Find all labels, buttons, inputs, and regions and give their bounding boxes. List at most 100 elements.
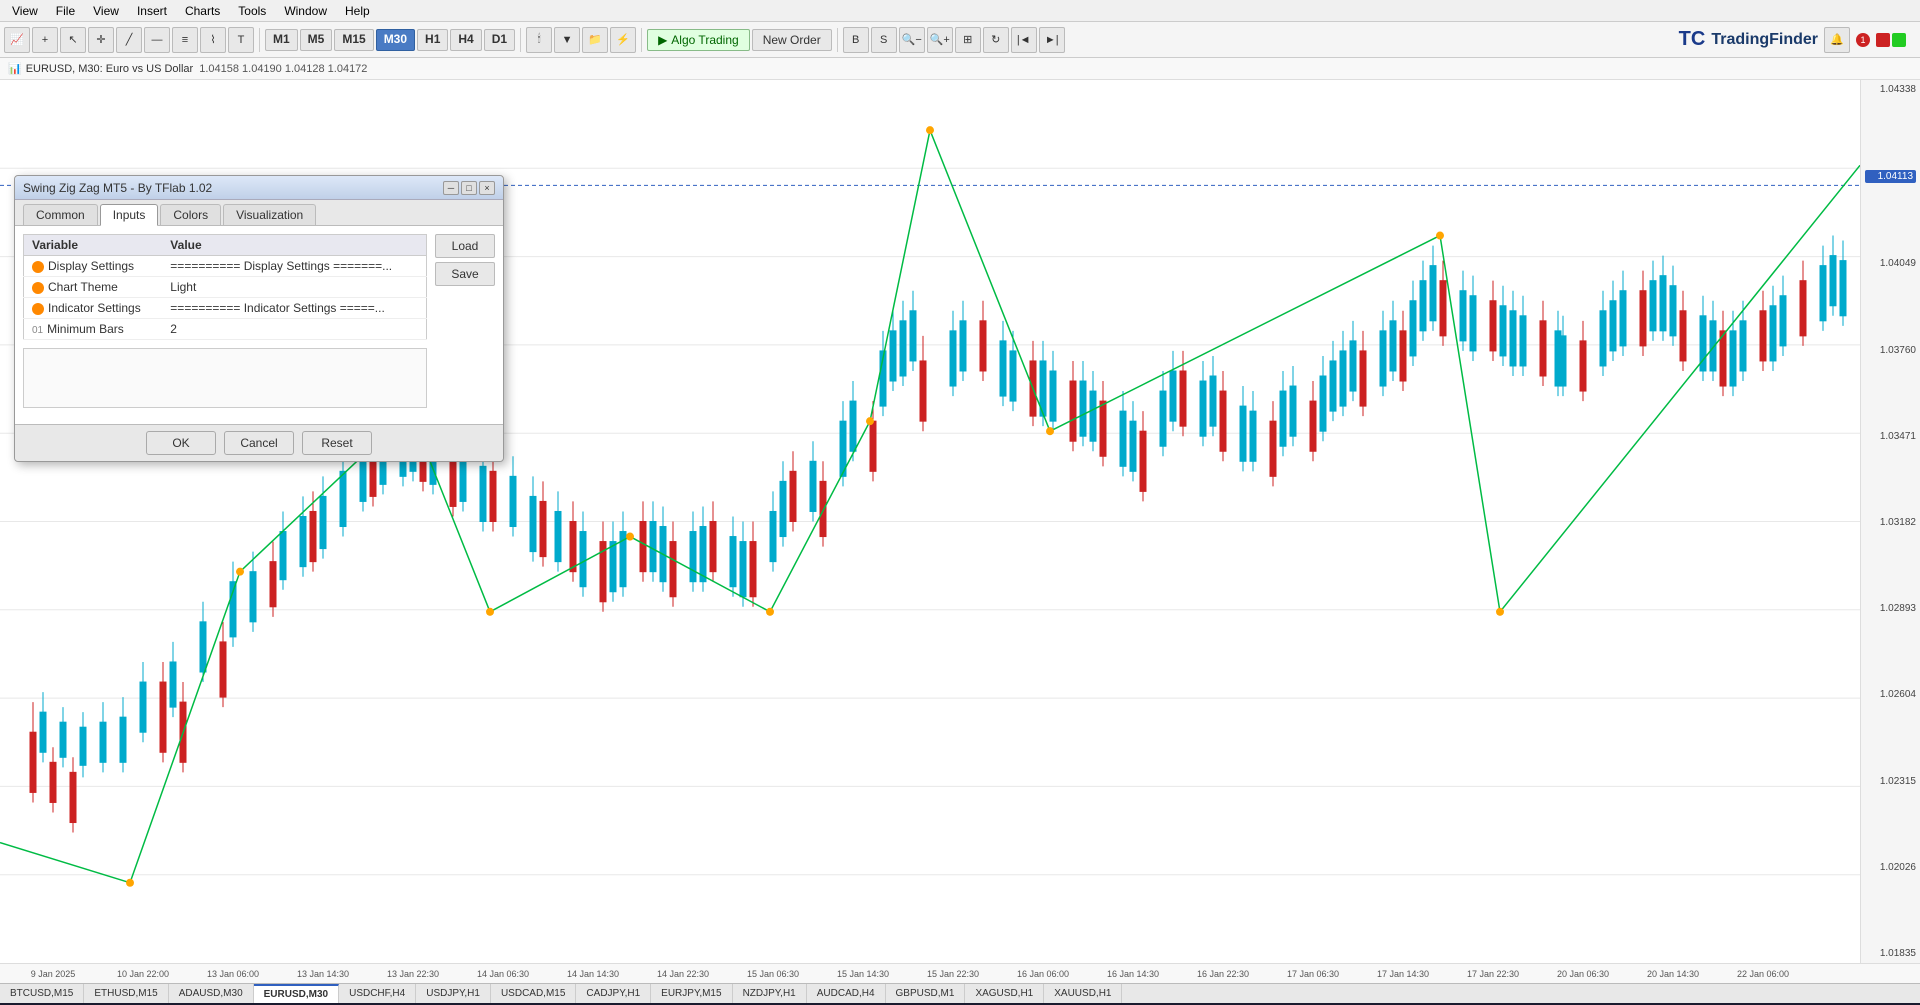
time-label: 13 Jan 14:30 xyxy=(278,969,368,979)
bottom-tab-eurusd[interactable]: EURUSD,M30 xyxy=(254,984,339,1004)
toolbar-text[interactable]: T xyxy=(228,27,254,53)
bottom-tab-usdcad[interactable]: USDCAD,M15 xyxy=(491,984,576,1004)
time-label: 10 Jan 22:00 xyxy=(98,969,188,979)
dialog-titlebar[interactable]: Swing Zig Zag MT5 - By TFlab 1.02 ─ □ × xyxy=(15,176,503,200)
time-label: 16 Jan 14:30 xyxy=(1088,969,1178,979)
table-row[interactable]: 01Minimum Bars 2 xyxy=(24,319,427,340)
cancel-button[interactable]: Cancel xyxy=(224,431,294,455)
notification-btn[interactable]: 🔔 xyxy=(1824,27,1850,53)
time-label: 9 Jan 2025 xyxy=(8,969,98,979)
new-order-button[interactable]: New Order xyxy=(752,29,832,51)
toolbar-buy[interactable]: B xyxy=(843,27,869,53)
col-value: Value xyxy=(162,235,426,256)
chart-prices: 1.04158 1.04190 1.04128 1.04172 xyxy=(199,63,367,75)
toolbar-new-chart[interactable]: 📈 xyxy=(4,27,30,53)
status-indicators xyxy=(1876,33,1906,47)
status-green xyxy=(1892,33,1906,47)
current-price-label: 1.04113 xyxy=(1865,170,1916,183)
tab-visualization[interactable]: Visualization xyxy=(223,204,316,225)
price-label: 1.03760 xyxy=(1865,345,1916,356)
toolbar-zoom-in2[interactable]: 🔍+ xyxy=(927,27,953,53)
timeframe-m5[interactable]: M5 xyxy=(300,29,333,51)
table-row[interactable]: Indicator Settings ========== Indicator … xyxy=(24,298,427,319)
indicator-settings-dialog: Swing Zig Zag MT5 - By TFlab 1.02 ─ □ × … xyxy=(14,175,504,462)
var-display-settings: Display Settings xyxy=(24,256,163,277)
bottom-tab-xauusd[interactable]: XAUUSD,H1 xyxy=(1044,984,1122,1004)
menu-charts[interactable]: Charts xyxy=(177,2,228,20)
timeframe-m1[interactable]: M1 xyxy=(265,29,298,51)
toolbar-hline[interactable]: — xyxy=(144,27,170,53)
price-label: 1.04338 xyxy=(1865,84,1916,95)
brand-logo: TC TradingFinder 🔔 1 xyxy=(1679,27,1916,53)
toolbar-chart-opts[interactable]: ▼ xyxy=(554,27,580,53)
toolbar-grid[interactable]: ⊞ xyxy=(955,27,981,53)
price-label: 1.03471 xyxy=(1865,431,1916,442)
bottom-tab-audcad[interactable]: AUDCAD,H4 xyxy=(807,984,886,1004)
time-label: 20 Jan 06:30 xyxy=(1538,969,1628,979)
time-label: 22 Jan 06:00 xyxy=(1718,969,1808,979)
bottom-tab-bar: BTCUSD,M15 ETHUSD,M15 ADAUSD,M30 EURUSD,… xyxy=(0,983,1920,1003)
bottom-tab-usdchf[interactable]: USDCHF,H4 xyxy=(339,984,416,1004)
inputs-empty-area xyxy=(23,348,427,408)
bottom-tab-nzdjpy[interactable]: NZDJPY,H1 xyxy=(733,984,807,1004)
toolbar-templates[interactable]: 📁 xyxy=(582,27,608,53)
menu-view[interactable]: View xyxy=(4,2,46,20)
toolbar-chart-type[interactable]: 🕯 xyxy=(526,27,552,53)
menu-insert[interactable]: Insert xyxy=(129,2,175,20)
dialog-tabs: Common Inputs Colors Visualization xyxy=(15,200,503,226)
toolbar-sell[interactable]: S xyxy=(871,27,897,53)
time-label: 17 Jan 14:30 xyxy=(1358,969,1448,979)
dialog-minimize-button[interactable]: ─ xyxy=(443,181,459,195)
timeframe-m15[interactable]: M15 xyxy=(334,29,373,51)
val-display-settings: ========== Display Settings =======... xyxy=(162,256,426,277)
menu-help[interactable]: Help xyxy=(337,2,378,20)
bottom-tab-adausd[interactable]: ADAUSD,M30 xyxy=(169,984,254,1004)
menu-window[interactable]: Window xyxy=(276,2,335,20)
time-label: 20 Jan 14:30 xyxy=(1628,969,1718,979)
inputs-table: Variable Value Display Settings ========… xyxy=(23,234,427,340)
timeframe-m30[interactable]: M30 xyxy=(376,29,415,51)
time-axis: 9 Jan 2025 10 Jan 22:00 13 Jan 06:00 13 … xyxy=(0,963,1920,983)
menu-bar: View File View Insert Charts Tools Windo… xyxy=(0,0,1920,22)
toolbar-fib[interactable]: ⌇ xyxy=(200,27,226,53)
toolbar-reload[interactable]: ↻ xyxy=(983,27,1009,53)
bottom-tab-usdjpy[interactable]: USDJPY,H1 xyxy=(416,984,491,1004)
timeframe-h1[interactable]: H1 xyxy=(417,29,448,51)
toolbar-zoom-in[interactable]: + xyxy=(32,27,58,53)
menu-file[interactable]: File xyxy=(48,2,83,20)
algo-trading-button[interactable]: ▶ Algo Trading xyxy=(647,29,750,51)
toolbar-period-sep[interactable]: |◄ xyxy=(1011,27,1037,53)
dialog-maximize-button[interactable]: □ xyxy=(461,181,477,195)
bottom-tab-gbpusd[interactable]: GBPUSD,M1 xyxy=(886,984,966,1004)
bottom-tab-ethusd[interactable]: ETHUSD,M15 xyxy=(84,984,168,1004)
timeframe-d1[interactable]: D1 xyxy=(484,29,515,51)
price-label: 1.04049 xyxy=(1865,258,1916,269)
menu-view2[interactable]: View xyxy=(85,2,127,20)
bottom-tab-eurjpy[interactable]: EURJPY,M15 xyxy=(651,984,732,1004)
toolbar: 📈 + ↖ ✛ ╱ — ≡ ⌇ T M1 M5 M15 M30 H1 H4 D1… xyxy=(0,22,1920,58)
reset-button[interactable]: Reset xyxy=(302,431,372,455)
toolbar-scroll-right[interactable]: ►| xyxy=(1039,27,1065,53)
table-row[interactable]: Chart Theme Light xyxy=(24,277,427,298)
save-button[interactable]: Save xyxy=(435,262,495,286)
timeframe-h4[interactable]: H4 xyxy=(450,29,481,51)
toolbar-channel[interactable]: ≡ xyxy=(172,27,198,53)
toolbar-crosshair[interactable]: ✛ xyxy=(88,27,114,53)
menu-tools[interactable]: Tools xyxy=(230,2,274,20)
toolbar-indicators[interactable]: ⚡ xyxy=(610,27,636,53)
ok-button[interactable]: OK xyxy=(146,431,216,455)
bottom-tab-btcusd[interactable]: BTCUSD,M15 xyxy=(0,984,84,1004)
load-button[interactable]: Load xyxy=(435,234,495,258)
toolbar-arrow[interactable]: ↖ xyxy=(60,27,86,53)
toolbar-line[interactable]: ╱ xyxy=(116,27,142,53)
table-row[interactable]: Display Settings ========== Display Sett… xyxy=(24,256,427,277)
dialog-title: Swing Zig Zag MT5 - By TFlab 1.02 xyxy=(23,181,441,195)
val-chart-theme: Light xyxy=(162,277,426,298)
toolbar-zoom-out[interactable]: 🔍− xyxy=(899,27,925,53)
tab-inputs[interactable]: Inputs xyxy=(100,204,159,226)
tab-common[interactable]: Common xyxy=(23,204,98,225)
tab-colors[interactable]: Colors xyxy=(160,204,221,225)
bottom-tab-cadjpy[interactable]: CADJPY,H1 xyxy=(576,984,651,1004)
dialog-close-button[interactable]: × xyxy=(479,181,495,195)
bottom-tab-xagusd[interactable]: XAGUSD,H1 xyxy=(965,984,1044,1004)
